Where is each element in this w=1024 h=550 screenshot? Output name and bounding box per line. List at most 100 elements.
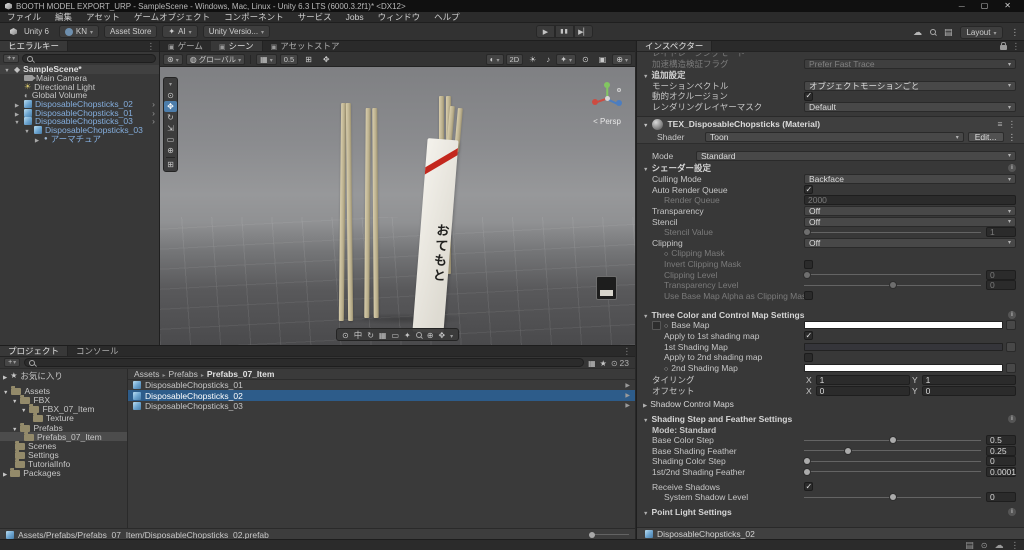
- overlay-fx-icon[interactable]: [404, 330, 411, 340]
- menu-edit[interactable]: 編集: [48, 12, 79, 23]
- asset-store-button[interactable]: Asset Store: [104, 25, 158, 38]
- tab-hierarchy[interactable]: ヒエラルキー: [0, 41, 69, 51]
- help-icon[interactable]: [1008, 414, 1016, 423]
- unity-version-button[interactable]: Unity 6: [5, 25, 54, 38]
- receive-shadows-checkbox[interactable]: [804, 482, 813, 492]
- offset-x-field[interactable]: 0: [815, 385, 910, 396]
- 2d-toggle[interactable]: 2D: [505, 53, 524, 65]
- scale-tool-icon[interactable]: [164, 123, 177, 134]
- system-shadow-level-slider[interactable]: [804, 492, 981, 502]
- breadcrumb-current[interactable]: Prefabs_07_Item: [207, 369, 275, 379]
- breadcrumb-assets[interactable]: Assets: [134, 369, 160, 379]
- search-icon[interactable]: [929, 29, 936, 35]
- hierarchy-add-button[interactable]: [3, 54, 20, 63]
- shading-step-header[interactable]: Shading Step and Feather Settings: [637, 413, 1024, 424]
- move-snap-toggle[interactable]: [319, 54, 334, 65]
- foldout-arrow[interactable]: [3, 371, 7, 381]
- panel-menu-icon[interactable]: [623, 346, 636, 356]
- tab-game[interactable]: ゲーム: [160, 41, 211, 51]
- material-header[interactable]: TEX_DisposableChopsticks (Material): [637, 116, 1024, 132]
- cloud-status-icon[interactable]: [995, 540, 1004, 550]
- auto-render-queue-checkbox[interactable]: [804, 185, 813, 195]
- file-item-chopsticks-03[interactable]: DisposableChopsticks_03: [128, 401, 635, 411]
- shadow-control-maps-foldout[interactable]: Shadow Control Maps: [637, 398, 1024, 409]
- gizmos-dropdown[interactable]: [612, 53, 632, 65]
- scene-orientation-gizmo[interactable]: [588, 79, 626, 117]
- tree-item-favorites[interactable]: お気に入り: [0, 371, 127, 381]
- overlay-center-label[interactable]: 中: [354, 329, 363, 341]
- foldout-arrow[interactable]: [12, 395, 17, 405]
- custom-tool-icon[interactable]: [164, 159, 177, 170]
- overlay-rect-icon[interactable]: [391, 330, 399, 340]
- tiling-x-field[interactable]: 1: [815, 375, 910, 386]
- tab-asset-store[interactable]: アセットストア: [263, 41, 348, 51]
- tree-item-tutorialinfo[interactable]: TutorialInfo: [0, 459, 127, 469]
- tree-item-texture[interactable]: Texture: [0, 413, 127, 423]
- foldout-arrow[interactable]: [3, 64, 11, 74]
- step-button[interactable]: [574, 25, 593, 38]
- foldout-arrow[interactable]: [33, 134, 41, 144]
- second-shading-color-swatch[interactable]: [804, 363, 1003, 372]
- scene-audio-toggle[interactable]: [542, 54, 554, 65]
- base-shading-feather-field[interactable]: 0.25: [986, 445, 1016, 456]
- cloud-icon[interactable]: [913, 27, 922, 38]
- layers-icon[interactable]: [944, 27, 953, 38]
- second-shading-color-picker[interactable]: [1006, 362, 1016, 373]
- expand-arrow-icon[interactable]: [625, 382, 630, 389]
- base-map-color-swatch[interactable]: [804, 321, 1003, 330]
- base-map-color-picker[interactable]: [1006, 320, 1016, 331]
- render-queue-field[interactable]: 2000: [804, 195, 1016, 206]
- tiling-y-field[interactable]: 1: [921, 375, 1016, 386]
- console-log-icon[interactable]: [965, 540, 974, 550]
- z-axis-handle[interactable]: [616, 100, 622, 106]
- snap-increment-field[interactable]: 0.5: [279, 53, 299, 65]
- clipping-dropdown[interactable]: Off: [804, 237, 1016, 248]
- camera-settings-button[interactable]: [595, 54, 611, 65]
- tab-project[interactable]: プロジェクト: [0, 346, 69, 356]
- sf-feather-slider[interactable]: [804, 467, 981, 477]
- overlay-move-icon[interactable]: [438, 330, 445, 340]
- overlay-view-icon[interactable]: [342, 330, 349, 340]
- first-shading-color-picker[interactable]: [1006, 341, 1016, 352]
- tree-item-prefabs-07-item[interactable]: Prefabs_07_Item: [0, 431, 127, 442]
- file-item-chopsticks-02[interactable]: DisposableChopsticks_02: [128, 390, 635, 401]
- scene-lighting-toggle[interactable]: [525, 54, 540, 65]
- menu-help[interactable]: ヘルプ: [427, 12, 467, 23]
- panel-menu-icon[interactable]: [147, 41, 160, 51]
- view-tool-icon[interactable]: [164, 90, 177, 101]
- stencil-value-field[interactable]: 1: [986, 227, 1016, 238]
- snap-toggle[interactable]: [301, 54, 316, 65]
- foldout-arrow[interactable]: [643, 119, 648, 129]
- maximize-button[interactable]: [981, 0, 989, 13]
- overlay-collapse-icon[interactable]: [164, 79, 177, 90]
- base-color-step-field[interactable]: 0.5: [986, 435, 1016, 446]
- sf-feather-field[interactable]: 0.0001: [986, 466, 1016, 477]
- invert-clipping-mask-checkbox[interactable]: [804, 259, 813, 269]
- three-color-header[interactable]: Three Color and Control Map Settings: [637, 309, 1024, 320]
- menu-assets[interactable]: アセット: [79, 12, 127, 23]
- shader-edit-button[interactable]: Edit...: [967, 132, 1004, 143]
- overlay-more-icon[interactable]: [450, 330, 453, 340]
- foldout-arrow[interactable]: [3, 468, 7, 478]
- overlay-grid-icon[interactable]: [379, 330, 387, 340]
- shading-color-step-slider[interactable]: [804, 456, 981, 466]
- prefab-open-arrow[interactable]: [152, 116, 159, 126]
- scene-visibility-toggle[interactable]: [578, 54, 593, 65]
- tab-inspector[interactable]: インスペクター: [637, 41, 713, 51]
- pause-button[interactable]: [555, 25, 574, 38]
- base-map-texture-slot[interactable]: [652, 320, 661, 330]
- tab-scene[interactable]: シーン: [210, 41, 263, 51]
- expand-arrow-icon[interactable]: [625, 392, 630, 399]
- clipping-level-slider[interactable]: [804, 270, 981, 280]
- foldout-arrow[interactable]: [3, 386, 8, 396]
- menu-services[interactable]: サービス: [291, 12, 339, 23]
- menu-gameobject[interactable]: ゲームオブジェクト: [127, 12, 217, 23]
- draw-mode-dropdown[interactable]: [485, 53, 504, 65]
- mode-dropdown[interactable]: Standard: [696, 150, 1016, 161]
- clipping-level-field[interactable]: 0: [986, 269, 1016, 280]
- effects-dropdown[interactable]: [556, 53, 577, 65]
- progress-menu-icon[interactable]: [1011, 540, 1020, 550]
- foldout-arrow[interactable]: [21, 404, 26, 414]
- base-shading-feather-slider[interactable]: [804, 446, 981, 456]
- culling-mode-dropdown[interactable]: Backface: [804, 174, 1016, 185]
